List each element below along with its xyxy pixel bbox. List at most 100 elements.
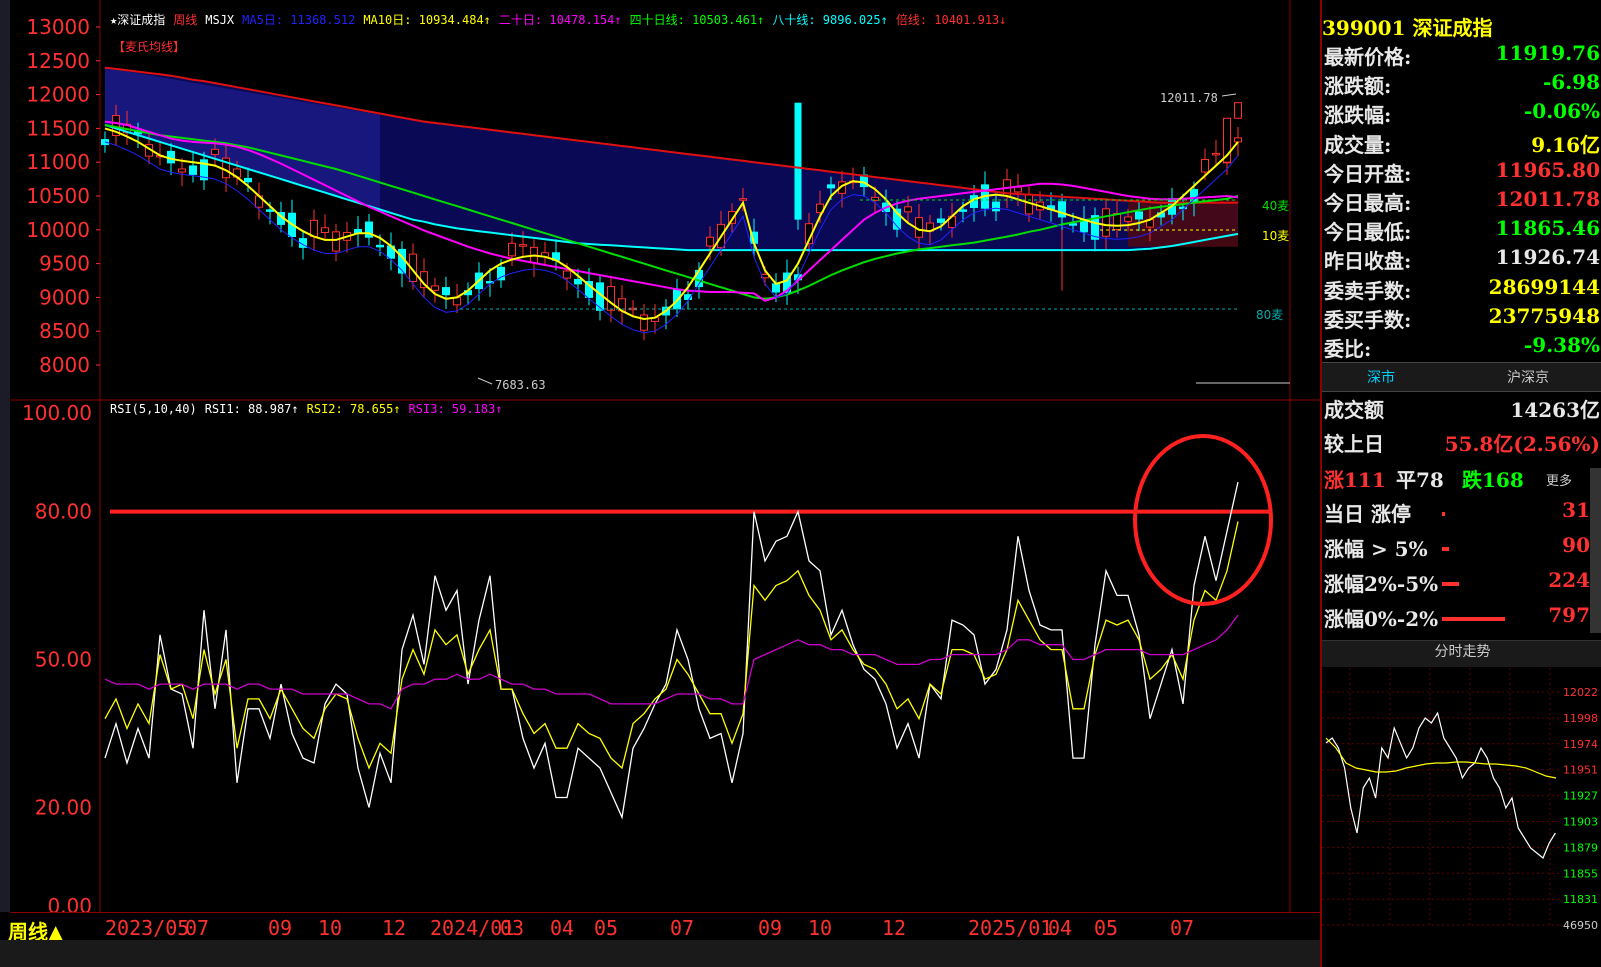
candle-up — [211, 148, 219, 155]
intraday-tick: 11998 — [1563, 712, 1598, 725]
candle-down — [266, 209, 274, 212]
low-arrow — [477, 377, 493, 385]
candle-down — [442, 287, 450, 296]
quote-value: 11865.46 — [1495, 216, 1600, 241]
intraday-chart[interactable]: 12022 11998 11974 11951 11927 11903 11879 11855… — [1322, 668, 1601, 967]
indicator-name: MSJX — [205, 13, 235, 27]
tab-shenzhen[interactable]: 深市 — [1367, 367, 1395, 387]
date-tick: 10 — [318, 916, 343, 940]
intraday-tick: 11855 — [1563, 867, 1598, 880]
index-code: 399001 — [1322, 16, 1406, 40]
quote-row: 涨跌幅: -0.06% — [1324, 99, 1600, 128]
candle-down — [772, 283, 780, 293]
quote-value: 11919.76 — [1495, 41, 1600, 65]
intraday-title[interactable]: 分时走势 — [1322, 640, 1601, 667]
candle-up — [1113, 213, 1121, 230]
price-tick: 12500 — [26, 49, 90, 73]
candle-down — [992, 201, 1000, 212]
price-tick: 12000 — [26, 83, 90, 107]
turnover-label: 成交额 — [1324, 398, 1384, 422]
candle-up — [1212, 152, 1220, 156]
candle-up — [321, 227, 329, 234]
candle-up — [1014, 186, 1022, 193]
candle-up — [310, 219, 318, 238]
overlay-tag: 【麦氏均线】 — [113, 40, 186, 54]
candle-up — [1234, 137, 1242, 143]
candle-up — [519, 244, 527, 247]
intraday-tick: 11951 — [1563, 764, 1598, 777]
candle-down — [497, 266, 505, 281]
quote-label: 今日最低: — [1324, 220, 1412, 245]
intraday-bg — [1322, 668, 1562, 967]
price-tick: 9500 — [39, 252, 90, 276]
quote-value: 11926.74 — [1495, 245, 1600, 270]
main-chart-panel[interactable]: 13000 12500 12000 11500 11000 10500 10000 9500 9… — [10, 0, 1320, 912]
quote-value: -6.98 — [1542, 70, 1600, 95]
turnover-value: 14263亿 — [1510, 398, 1600, 422]
quote-label: 涨跌额: — [1324, 74, 1392, 99]
date-tick: 10 — [808, 916, 833, 940]
stat-bar — [1442, 617, 1505, 621]
low-annotation: 7683.63 — [495, 378, 546, 392]
limit-stat-row: 涨幅2%-5% 224 — [1324, 568, 1600, 602]
vs-prev-row: 较上日 55.8亿(2.56%) — [1324, 428, 1600, 462]
stat-bar — [1442, 582, 1459, 586]
ma10-level-label: 10麦 — [1262, 229, 1289, 243]
price-tick: 9000 — [39, 285, 90, 309]
breadth-row: 涨111 平78 跌168 更多 — [1324, 464, 1600, 498]
stat-label: 涨幅 > 5% — [1324, 537, 1428, 561]
date-tick: 07 — [185, 916, 210, 940]
stat-value: 90 — [1562, 533, 1590, 557]
high-arrow — [1221, 93, 1237, 97]
date-tick: 05 — [594, 916, 619, 940]
tab-all-markets[interactable]: 沪深京 — [1507, 367, 1549, 387]
more-link[interactable]: 更多 — [1546, 470, 1572, 489]
candle-down — [376, 244, 384, 248]
date-tick: 04 — [550, 916, 575, 940]
left-toolbar — [0, 0, 10, 912]
price-tick: 11500 — [26, 116, 90, 140]
flat-count: 平78 — [1396, 468, 1444, 492]
price-tick: 8000 — [39, 353, 90, 377]
ma40-level-label: 40麦 — [1262, 199, 1289, 213]
stat-label: 当日 涨停 — [1324, 502, 1411, 526]
double-line-value: 倍线: 10401.913↓ — [895, 13, 1007, 27]
quote-label: 涨跌幅: — [1324, 103, 1392, 128]
period-label[interactable]: 周线 — [173, 13, 197, 27]
candle-up — [332, 231, 340, 252]
kline-header: ★深证成指 周线 MSJX MA5日: 11368.512 MA10日: 10934.4… — [110, 11, 1015, 28]
rsi1-value: RSI1: 88.987↑ — [204, 402, 299, 416]
ma20-value: 二十日: 10478.154↑ — [498, 13, 622, 27]
highlight-circle — [1133, 434, 1273, 606]
intraday-tick: 11879 — [1563, 841, 1598, 854]
candle-up — [739, 198, 747, 201]
rsi-tick: 50.00 — [35, 648, 92, 672]
candle-up — [563, 270, 571, 279]
quote-value: 28699144 — [1488, 274, 1600, 299]
date-tick: 05 — [1094, 916, 1119, 940]
stats-scrollbar[interactable] — [1590, 468, 1601, 633]
candle-up — [1124, 216, 1132, 222]
rsi2-value: RSI2: 78.655↑ — [306, 402, 401, 416]
candle-down — [574, 278, 582, 285]
stat-label: 涨幅0%-2% — [1324, 607, 1439, 631]
turnover-row: 成交额 14263亿 — [1324, 394, 1600, 428]
date-tick: 03 — [500, 916, 525, 940]
ma10-value: MA10日: 10934.484↑ — [363, 13, 491, 27]
price-tick: 11000 — [26, 150, 90, 174]
candle-down — [937, 218, 945, 223]
candle-up — [178, 168, 186, 173]
kline-rsi-chart[interactable]: 13000 12500 12000 11500 11000 10500 10000 9500 9… — [10, 0, 1320, 912]
down-count: 跌168 — [1462, 468, 1524, 492]
quote-row: 昨日收盘: 11926.74 — [1324, 245, 1600, 274]
up-count: 涨111 — [1324, 468, 1386, 492]
quote-row: 成交量: 9.16亿 — [1324, 129, 1600, 158]
stat-value: 224 — [1548, 568, 1590, 592]
candle-up — [1102, 208, 1110, 237]
price-tick: 10500 — [26, 184, 90, 208]
candle-up — [431, 285, 439, 291]
quote-row: 涨跌额: -6.98 — [1324, 70, 1600, 99]
quote-label: 昨日收盘: — [1324, 249, 1412, 274]
quote-row: 今日最高: 12011.78 — [1324, 187, 1600, 216]
ma80-value: 八十线: 9896.025↑ — [772, 13, 888, 27]
